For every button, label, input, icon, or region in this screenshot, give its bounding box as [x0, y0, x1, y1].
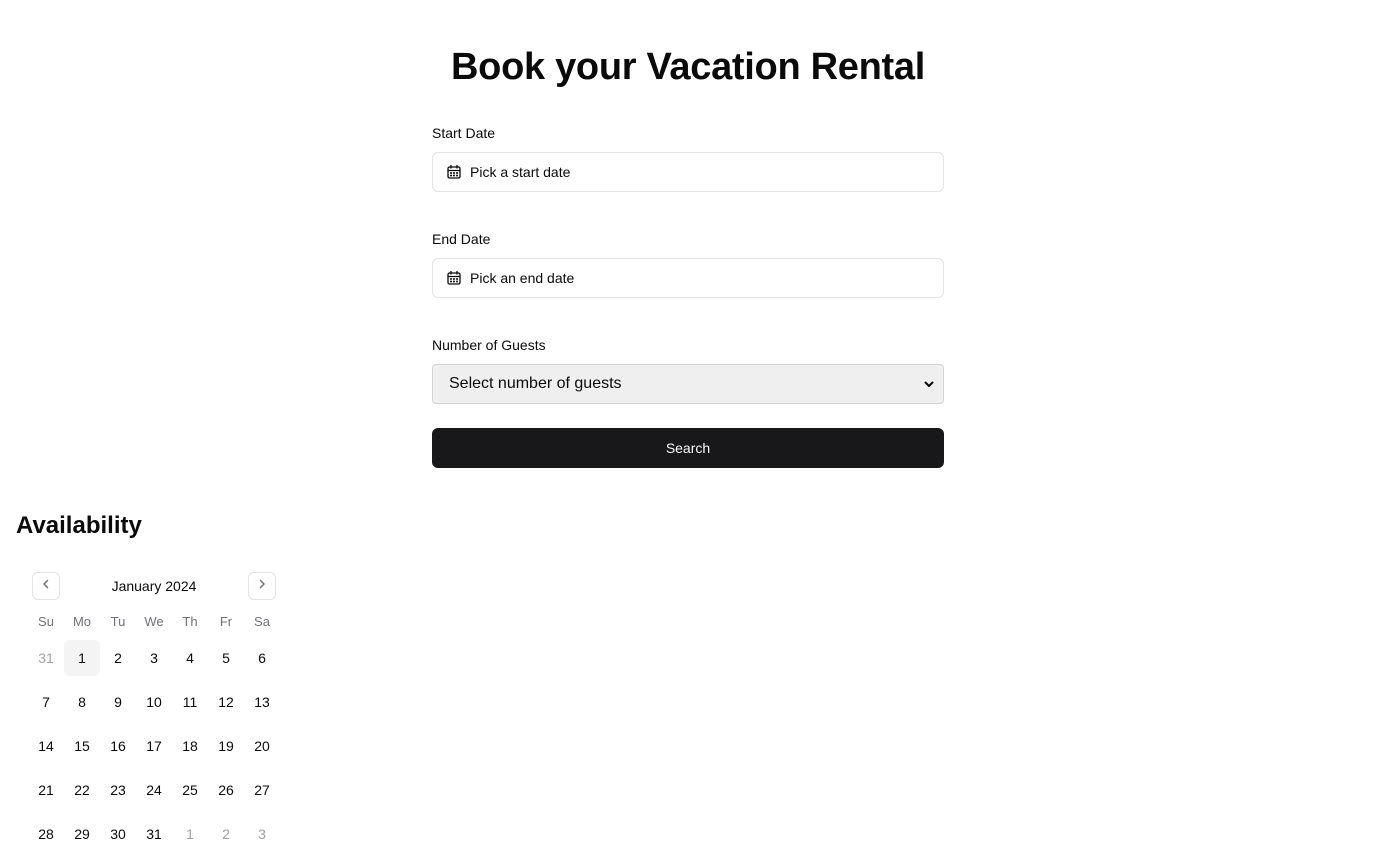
weekday-label: Su — [38, 614, 54, 629]
end-date-picker[interactable]: Pick an end date — [432, 258, 944, 298]
calendar-day[interactable]: 26 — [208, 772, 244, 808]
calendar-day[interactable]: 9 — [100, 684, 136, 720]
calendar-icon — [446, 270, 462, 286]
guests-selected-value: Select number of guests — [449, 375, 622, 392]
calendar-day[interactable]: 4 — [172, 640, 208, 676]
weekday-row: Su Mo Tu We Th Fr Sa — [28, 612, 280, 632]
previous-month-button[interactable] — [32, 572, 60, 600]
calendar-week: 7 8 9 10 11 12 13 — [28, 684, 280, 720]
guests-select[interactable]: Select number of guests — [432, 364, 944, 404]
calendar-day[interactable]: 16 — [100, 728, 136, 764]
calendar-week: 31 1 2 3 4 5 6 — [28, 640, 280, 676]
calendar-day[interactable]: 14 — [28, 728, 64, 764]
end-date-label: End Date — [432, 231, 491, 247]
chevron-down-icon — [923, 378, 935, 390]
guests-label: Number of Guests — [432, 337, 546, 353]
chevron-right-icon — [256, 577, 268, 595]
calendar-day[interactable]: 19 — [208, 728, 244, 764]
calendar-day[interactable]: 17 — [136, 728, 172, 764]
calendar-week: 21 22 23 24 25 26 27 — [28, 772, 280, 808]
chevron-left-icon — [40, 577, 52, 595]
calendar-day[interactable]: 21 — [28, 772, 64, 808]
calendar-day[interactable]: 13 — [244, 684, 280, 720]
calendar-day[interactable]: 23 — [100, 772, 136, 808]
calendar-day[interactable]: 18 — [172, 728, 208, 764]
calendar-day[interactable]: 22 — [64, 772, 100, 808]
page-title: Book your Vacation Rental — [451, 46, 925, 88]
calendar-day[interactable]: 2 — [100, 640, 136, 676]
booking-form: Start Date Pick a start date End Date Pi… — [432, 124, 944, 468]
calendar-week: 14 15 16 17 18 19 20 — [28, 728, 280, 764]
start-date-picker[interactable]: Pick a start date — [432, 152, 944, 192]
weekday-label: We — [144, 614, 164, 629]
calendar-week: 28 29 30 31 1 2 3 — [28, 816, 280, 852]
calendar-day[interactable]: 27 — [244, 772, 280, 808]
next-month-button[interactable] — [248, 572, 276, 600]
calendar-day[interactable]: 12 — [208, 684, 244, 720]
calendar-day[interactable]: 3 — [244, 816, 280, 852]
calendar-day[interactable]: 11 — [172, 684, 208, 720]
calendar-day[interactable]: 10 — [136, 684, 172, 720]
calendar-day[interactable]: 31 — [136, 816, 172, 852]
weekday-label: Fr — [219, 614, 233, 629]
end-date-placeholder: Pick an end date — [470, 270, 575, 286]
weekday-label: Th — [182, 614, 198, 629]
availability-calendar: January 2024 Su Mo Tu We Th Fr Sa 31 1 2… — [28, 568, 280, 852]
calendar-day[interactable]: 31 — [28, 640, 64, 676]
calendar-day[interactable]: 29 — [64, 816, 100, 852]
calendar-day[interactable]: 15 — [64, 728, 100, 764]
calendar-day[interactable]: 20 — [244, 728, 280, 764]
weekday-label: Mo — [72, 614, 92, 629]
start-date-label: Start Date — [432, 125, 496, 141]
calendar-day[interactable]: 1 — [172, 816, 208, 852]
weekday-label: Tu — [110, 614, 126, 629]
calendar-day-today[interactable]: 1 — [64, 640, 100, 676]
calendar-month-label: January 2024 — [111, 578, 197, 594]
calendar-icon — [446, 164, 462, 180]
availability-title: Availability — [16, 512, 142, 539]
calendar-day[interactable]: 7 — [28, 684, 64, 720]
calendar-day[interactable]: 25 — [172, 772, 208, 808]
search-button[interactable]: Search — [432, 428, 944, 468]
weekday-label: Sa — [254, 614, 270, 629]
calendar-header: January 2024 — [28, 568, 280, 604]
calendar-day[interactable]: 28 — [28, 816, 64, 852]
calendar-day[interactable]: 30 — [100, 816, 136, 852]
calendar-day[interactable]: 24 — [136, 772, 172, 808]
calendar-day[interactable]: 2 — [208, 816, 244, 852]
calendar-day[interactable]: 3 — [136, 640, 172, 676]
calendar-day[interactable]: 8 — [64, 684, 100, 720]
booking-page: Book your Vacation Rental Start Date Pic… — [0, 0, 1376, 865]
calendar-day[interactable]: 5 — [208, 640, 244, 676]
start-date-placeholder: Pick a start date — [470, 164, 571, 180]
calendar-day[interactable]: 6 — [244, 640, 280, 676]
